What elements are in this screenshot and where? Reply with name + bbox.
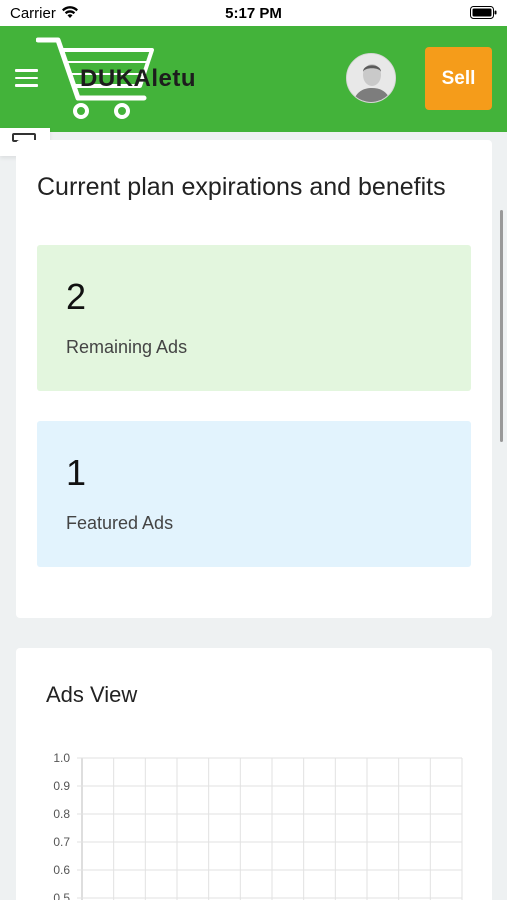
sell-button[interactable]: Sell [425, 47, 492, 110]
ads-view-card: Ads View 1.0 0.9 0.8 0.7 0.6 0.5 [16, 648, 492, 900]
status-time: 5:17 PM [225, 5, 282, 22]
featured-ads-box: 1 Featured Ads [37, 421, 471, 567]
remaining-ads-count: 2 [66, 276, 87, 317]
dukaletu-logo[interactable]: DUKAletu [36, 36, 266, 124]
y-tick-label: 0.9 [53, 779, 70, 793]
plan-title: Current plan expirations and benefits [37, 173, 446, 201]
scrollbar[interactable] [500, 210, 503, 442]
user-avatar[interactable] [346, 53, 396, 103]
remaining-ads-box: 2 Remaining Ads [37, 245, 471, 391]
status-bar: Carrier 5:17 PM [0, 0, 507, 26]
y-tick-label: 0.7 [53, 835, 70, 849]
hamburger-menu-icon[interactable] [15, 69, 38, 87]
y-tick-label: 1.0 [53, 751, 70, 765]
featured-ads-count: 1 [66, 452, 87, 493]
user-photo-icon [347, 54, 395, 102]
logo-text: DUKAletu [80, 65, 196, 92]
remaining-ads-label: Remaining Ads [66, 337, 188, 357]
battery-icon [470, 6, 497, 19]
y-tick-label: 0.6 [53, 863, 70, 877]
app-header: DUKAletu Sell [0, 26, 507, 132]
y-tick-label: 0.8 [53, 807, 70, 821]
plan-card: Current plan expirations and benefits 2 … [16, 140, 492, 618]
chart-title: Ads View [46, 682, 138, 707]
featured-ads-label: Featured Ads [66, 513, 174, 533]
ads-view-chart: 1.0 0.9 0.8 0.7 0.6 0.5 [53, 751, 463, 900]
y-tick-label: 0.5 [53, 891, 70, 900]
